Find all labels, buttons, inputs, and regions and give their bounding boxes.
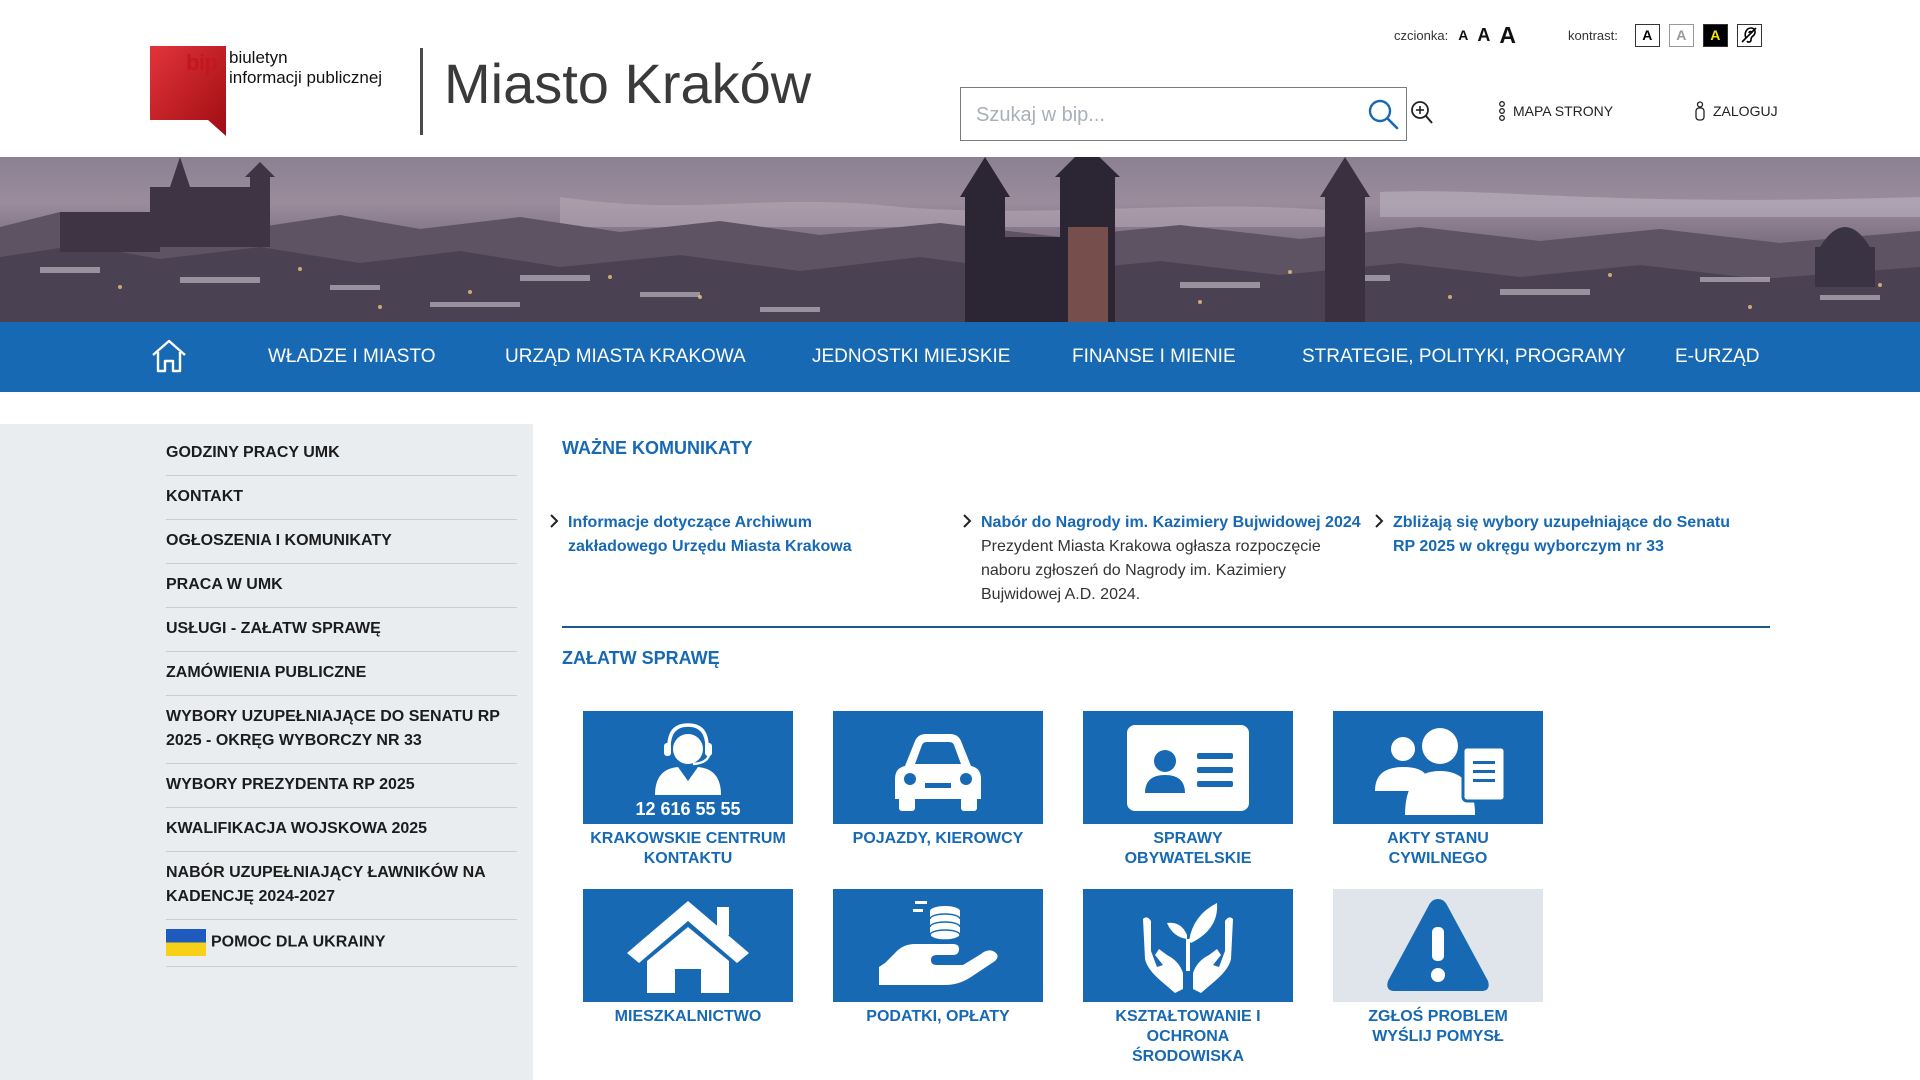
search-input[interactable]	[976, 100, 1336, 130]
nav-item-urzad-miasta[interactable]: URZĄD MIASTA KRAKOWA	[505, 322, 746, 392]
tile-label: KSZTAŁTOWANIE I OCHRONA ŚRODOWISKA	[1115, 1008, 1261, 1065]
sitemap-link[interactable]: MAPA STRONY	[1498, 101, 1613, 121]
chevron-right-icon[interactable]	[961, 513, 973, 529]
warning-icon	[1387, 899, 1489, 991]
contrast-grey-button[interactable]: A	[1668, 23, 1694, 47]
tile-label: SPRAWY OBYWATELSKIE	[1124, 830, 1252, 867]
login-label: ZALOGUJ	[1713, 103, 1778, 119]
nav-item-finanse-i-mienie[interactable]: FINANSE I MIENIE	[1072, 322, 1236, 392]
sitemap-icon	[1499, 101, 1505, 121]
site-title[interactable]: Miasto Kraków	[444, 52, 811, 116]
tile-label: AKTY STANU CYWILNEGO	[1387, 830, 1489, 867]
sidebar-item-praca[interactable]: PRACA W UMK	[166, 564, 517, 608]
tile-label: MIESZKALNICTWO	[614, 1008, 762, 1025]
font-size-label: czcionka:	[1394, 27, 1449, 43]
sidebar-item-ogloszenia[interactable]: OGŁOSZENIA I KOMUNIKATY	[166, 520, 517, 564]
chevron-right-icon[interactable]	[548, 513, 560, 529]
sidebar-item-lawnicy[interactable]: NABÓR UZUPEŁNIAJĄCY ŁAWNIKÓW NA KADENCJĘ…	[166, 852, 517, 920]
tile-label: POJAZDY, KIEROWCY	[852, 830, 1024, 847]
tile-label: ZGŁOŚ PROBLEM WYŚLIJ POMYSŁ	[1368, 1008, 1508, 1045]
tile-image: 12 616 55 55	[583, 711, 793, 824]
sidebar-menu: GODZINY PRACY UMK KONTAKT OGŁOSZENIA I K…	[166, 424, 517, 967]
bip-logo-line1: biuletyn	[229, 48, 288, 67]
font-size-controls: czcionka: A A A	[1394, 20, 1525, 50]
tile-podatki-oplaty[interactable]: PODATKI, OPŁATY	[833, 889, 1043, 1027]
advanced-search-zoom-icon[interactable]	[1410, 100, 1434, 126]
tile-akty-stanu-cywilnego[interactable]: AKTY STANU CYWILNEGO	[1333, 711, 1543, 869]
tile-krakowskie-centrum-kontaktu[interactable]: 12 616 55 55 KRAKOWSKIE CENTRUM KONTAKTU	[583, 711, 793, 869]
chevron-right-icon[interactable]	[1373, 513, 1385, 529]
hands-plant-icon	[1143, 903, 1233, 993]
notice-title[interactable]: Nabór do Nagrody im. Kazimiery Bujwidowe…	[981, 511, 1361, 535]
tile-image	[1083, 711, 1293, 824]
deaf-ear-icon	[1741, 27, 1757, 43]
sitemap-label: MAPA STRONY	[1513, 103, 1614, 119]
brand-divider	[420, 48, 423, 135]
tile-phone-number: 12 616 55 55	[635, 799, 741, 819]
nav-item-jednostki-miejskie[interactable]: JEDNOSTKI MIEJSKIE	[812, 322, 1010, 392]
tile-label: KRAKOWSKIE CENTRUM KONTAKTU	[590, 830, 786, 867]
id-card-icon	[1127, 725, 1249, 811]
city-banner-image	[0, 157, 1920, 322]
hand-coins-icon	[879, 901, 998, 985]
nav-item-e-urzad[interactable]: E-URZĄD	[1675, 322, 1759, 392]
contrast-normal-button[interactable]: A	[1634, 23, 1660, 47]
contrast-yellow-black-button[interactable]: A	[1702, 23, 1728, 47]
tile-mieszkalnictwo[interactable]: MIESZKALNICTWO	[583, 889, 793, 1027]
font-size-large-button[interactable]: A	[1499, 22, 1516, 49]
notice-description: Prezydent Miasta Krakowa ogłasza rozpocz…	[981, 538, 1321, 603]
notices-heading: WAŻNE KOMUNIKATY	[562, 438, 753, 458]
car-icon	[895, 734, 981, 811]
tile-pojazdy-kierowcy[interactable]: POJAZDY, KIEROWCY	[833, 711, 1043, 849]
tasks-heading: ZAŁATW SPRAWĘ	[562, 648, 720, 668]
login-person-icon	[1695, 101, 1705, 121]
contrast-label: kontrast:	[1568, 27, 1618, 43]
bip-logo-line2: informacji publicznej	[229, 68, 383, 87]
tile-ochrona-srodowiska[interactable]: KSZTAŁTOWANIE I OCHRONA ŚRODOWISKA	[1083, 889, 1293, 1067]
sidebar-item-wybory-senat[interactable]: WYBORY UZUPEŁNIAJĄCE DO SENATU RP 2025 -…	[166, 696, 517, 764]
sidebar-item-uslugi[interactable]: USŁUGI - ZAŁATW SPRAWĘ	[166, 608, 517, 652]
deaf-accessibility-button[interactable]	[1736, 23, 1762, 47]
main-navigation: WŁADZE I MIASTO URZĄD MIASTA KRAKOWA JED…	[0, 322, 1920, 392]
tile-image	[1083, 889, 1293, 1002]
bip-logo-word: bip	[186, 50, 218, 75]
nav-item-wladze-i-miasto[interactable]: WŁADZE I MIASTO	[268, 322, 436, 392]
ukraine-flag-icon	[166, 929, 206, 956]
font-size-small-button[interactable]: A	[1458, 27, 1468, 43]
section-divider	[562, 626, 1770, 628]
bip-logo-text: biuletyn informacji publicznej	[229, 48, 382, 88]
tile-image	[833, 711, 1043, 824]
site-header: bip biuletyn informacji publicznej Miast…	[0, 0, 1920, 157]
tile-image	[1333, 889, 1543, 1002]
tile-image	[583, 889, 793, 1002]
login-link[interactable]: ZALOGUJ	[1694, 101, 1778, 121]
tile-image	[833, 889, 1043, 1002]
home-icon[interactable]	[150, 338, 188, 374]
tile-sprawy-obywatelskie[interactable]: SPRAWY OBYWATELSKIE	[1083, 711, 1293, 869]
sidebar-item-wybory-prezydenta[interactable]: WYBORY PREZYDENTA RP 2025	[166, 764, 517, 808]
tile-image	[1333, 711, 1543, 824]
notice-title[interactable]: Informacje dotyczące Archiwum zakładoweg…	[568, 511, 898, 559]
sidebar-item-kwalifikacja[interactable]: KWALIFIKACJA WOJSKOWA 2025	[166, 808, 517, 852]
sidebar-item-label: POMOC DLA UKRAINY	[211, 933, 386, 951]
search-bar	[960, 87, 1407, 141]
krakow-skyline-illustration	[0, 157, 1920, 322]
tile-label: PODATKI, OPŁATY	[866, 1008, 1010, 1025]
sidebar-item-zamowienia[interactable]: ZAMÓWIENIA PUBLICZNE	[166, 652, 517, 696]
sidebar-item-kontakt[interactable]: KONTAKT	[166, 476, 517, 520]
tile-zglos-problem[interactable]: ZGŁOŚ PROBLEM WYŚLIJ POMYSŁ	[1333, 889, 1543, 1047]
sidebar: GODZINY PRACY UMK KONTAKT OGŁOSZENIA I K…	[0, 424, 533, 1080]
nav-item-strategie[interactable]: STRATEGIE, POLITYKI, PROGRAMY	[1302, 322, 1626, 392]
search-icon[interactable]	[1366, 97, 1400, 131]
sidebar-item-godziny-pracy[interactable]: GODZINY PRACY UMK	[166, 424, 517, 476]
sidebar-item-pomoc-ukrainie[interactable]: POMOC DLA UKRAINY	[166, 920, 517, 967]
bip-logo[interactable]: bip biuletyn informacji publicznej	[150, 46, 402, 136]
house-icon	[627, 901, 749, 993]
contrast-controls: kontrast: A A A	[1568, 20, 1771, 50]
font-size-medium-button[interactable]: A	[1477, 25, 1490, 46]
people-document-icon	[1375, 728, 1507, 815]
notice-title[interactable]: Zbliżają się wybory uzupełniające do Sen…	[1393, 511, 1753, 559]
